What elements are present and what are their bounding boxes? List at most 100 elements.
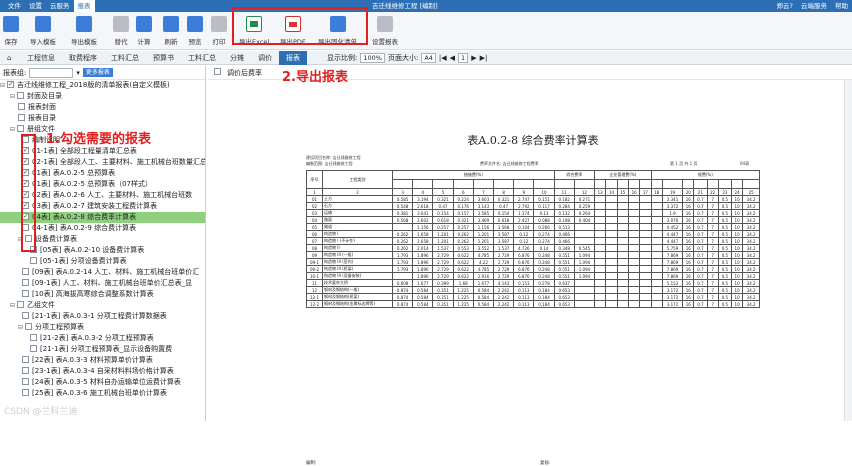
tree-item[interactable]: [09表] 表A.0.2-14 人工、材料、施工机械台班单价汇: [0, 267, 205, 278]
page-size-select[interactable]: A4: [421, 52, 436, 63]
table-cell: 4.447: [661, 230, 684, 238]
collapse-icon[interactable]: ⊟: [0, 80, 7, 91]
tree-checkbox[interactable]: [30, 333, 37, 341]
first-page-icon[interactable]: |◀: [439, 54, 447, 62]
table-cell: 34.2: [742, 237, 760, 245]
menu-file[interactable]: 文件: [4, 0, 25, 12]
table-cell: [627, 258, 641, 266]
vertical-scrollbar[interactable]: [844, 80, 852, 421]
tree-checkbox[interactable]: [18, 113, 25, 121]
prev-page-icon[interactable]: ◀: [450, 54, 455, 62]
table-cell: 16: [682, 216, 695, 224]
tree-group[interactable]: ⊟ 封面及目录: [0, 91, 205, 102]
tree-label: [05-1表] 分项设备费计算表: [40, 257, 127, 265]
last-page-icon[interactable]: ▶|: [480, 54, 488, 62]
table-cell: 10: [730, 265, 744, 273]
tab-labor-material[interactable]: 工料汇总: [181, 51, 223, 65]
tree-item[interactable]: [21-1表] 分项工程预算表_显示设备购置费: [0, 344, 205, 355]
tab-price-adjust[interactable]: 调价: [251, 51, 279, 65]
tab-budget[interactable]: 预算书: [146, 51, 181, 65]
tree-checkbox[interactable]: [17, 91, 24, 99]
table-cell: 1.793: [391, 258, 414, 266]
tree-checkbox[interactable]: [22, 355, 29, 363]
tree-group[interactable]: ⊟ 乙组文件: [0, 300, 205, 311]
tree-checkbox[interactable]: [22, 289, 29, 297]
tree-checkbox[interactable]: [22, 366, 29, 374]
filter-icon[interactable]: ▾: [76, 69, 80, 77]
column-number-cell: 12: [573, 188, 596, 196]
tree-checkbox[interactable]: [18, 102, 25, 110]
table-cell: 0.184: [533, 293, 555, 301]
export-template-button[interactable]: 导出模板: [71, 14, 97, 48]
save-button[interactable]: 保存: [3, 14, 19, 48]
cloud-service-link[interactable]: 云端服务: [801, 0, 827, 12]
tab-project-info[interactable]: 工程信息: [20, 51, 62, 65]
user-name[interactable]: 郑云?: [777, 0, 793, 12]
adjusted-rate-checkbox[interactable]: [214, 68, 221, 75]
tree-checkbox[interactable]: [30, 344, 37, 352]
report-group-select[interactable]: [29, 67, 74, 78]
tree-checkbox[interactable]: [22, 388, 29, 396]
table-cell: 2.602: [412, 216, 434, 224]
tree-checkbox[interactable]: [22, 377, 29, 385]
refresh-button[interactable]: 刷新: [163, 14, 179, 48]
tree-item[interactable]: [25表] 表A.0.3-6 施工机械台班单价计算表: [0, 388, 205, 399]
tree-item[interactable]: [21-1表] 表A.0.3-1 分项工程费计算数据表: [0, 311, 205, 322]
preview-button[interactable]: 预览: [187, 14, 203, 48]
tab-allocation[interactable]: 分摊: [223, 51, 251, 65]
help-link[interactable]: 帮助: [835, 0, 848, 12]
replace-button[interactable]: 替代: [113, 14, 129, 48]
tree-item[interactable]: [24表] 表A.0.3-5 材料自办运输单位运费计算表: [0, 377, 205, 388]
next-page-icon[interactable]: ▶: [471, 54, 476, 62]
import-template-button[interactable]: 导入模板: [30, 14, 56, 48]
menu-report[interactable]: 报表: [73, 0, 95, 12]
column-number-cell: 20: [682, 188, 695, 196]
collapse-icon[interactable]: ⊟: [10, 124, 17, 135]
tree-checkbox[interactable]: [17, 124, 24, 132]
zoom-select[interactable]: 100%: [360, 52, 385, 63]
tab-material-summary[interactable]: 工料汇总: [104, 51, 146, 65]
tree-item[interactable]: [10表] 高海拔高寒综合调整系数计算表: [0, 289, 205, 300]
report-viewer: 调价后费率 表A.0.2-8 综合费率计算表 建设项目名称: 吉迁线维修工程 编…: [208, 66, 852, 466]
print-button[interactable]: 打印: [211, 14, 227, 48]
table-cell: 2.618: [412, 202, 434, 210]
tree-checkbox[interactable]: [22, 278, 29, 286]
zoom-label: 显示比例:: [327, 53, 358, 62]
collapse-icon[interactable]: ⊟: [18, 322, 25, 333]
calculate-button[interactable]: 计算: [136, 14, 152, 48]
tree-checkbox[interactable]: [22, 267, 29, 275]
table-cell: [605, 265, 618, 273]
menu-settings[interactable]: 设置: [25, 0, 46, 12]
tree-item[interactable]: 报表封面: [0, 102, 205, 113]
tree-checkbox[interactable]: [25, 322, 32, 330]
tree-label: 乙组文件: [27, 301, 55, 309]
menu-cloud[interactable]: 云服务: [46, 0, 74, 12]
tree-item[interactable]: [09-1表] 人工、材料、施工机械台班单价汇总表_显: [0, 278, 205, 289]
more-reports-button[interactable]: 更多报表: [82, 68, 113, 77]
tree-item[interactable]: 报表目录: [0, 113, 205, 124]
tree-group[interactable]: ⊟ 分项工程预算表: [0, 322, 205, 333]
table-cell: [639, 237, 652, 245]
collapse-icon[interactable]: ⊟: [10, 91, 17, 102]
tree-item[interactable]: [21-2表] 表A.0.3-2 分项工程预算表: [0, 333, 205, 344]
tree-checkbox[interactable]: [30, 256, 37, 264]
table-cell: [573, 223, 596, 231]
tree-checkbox[interactable]: [22, 311, 29, 319]
table-cell: [616, 202, 629, 210]
table-cell: [650, 272, 663, 280]
tab-fee-program[interactable]: 取费程序: [62, 51, 104, 65]
tree-item[interactable]: [05-1表] 分项设备费计算表: [0, 256, 205, 267]
tree-checkbox[interactable]: [17, 300, 24, 308]
page-number-input[interactable]: 1: [458, 52, 469, 63]
tree-item[interactable]: [23-1表] 表A.0.3-4 自采材料料场价格计算表: [0, 366, 205, 377]
table-cell: 0.584: [472, 286, 495, 294]
tree-root[interactable]: ⊟ 吉迁线维修工程_2018版的清单报表(自定义模板): [0, 79, 205, 91]
tree-item[interactable]: [22表] 表A.0.3-3 材料预算单价计算表: [0, 355, 205, 366]
table-cell: 0.151: [533, 195, 555, 203]
collapse-icon[interactable]: ⊟: [10, 300, 17, 311]
report-settings-button[interactable]: 设置报表: [372, 14, 398, 48]
home-icon[interactable]: ⌂: [0, 51, 20, 65]
watermark: CSDN @兰科兰迪: [4, 407, 78, 417]
tab-report[interactable]: 报表: [279, 50, 307, 65]
tree-checkbox[interactable]: [7, 79, 14, 90]
